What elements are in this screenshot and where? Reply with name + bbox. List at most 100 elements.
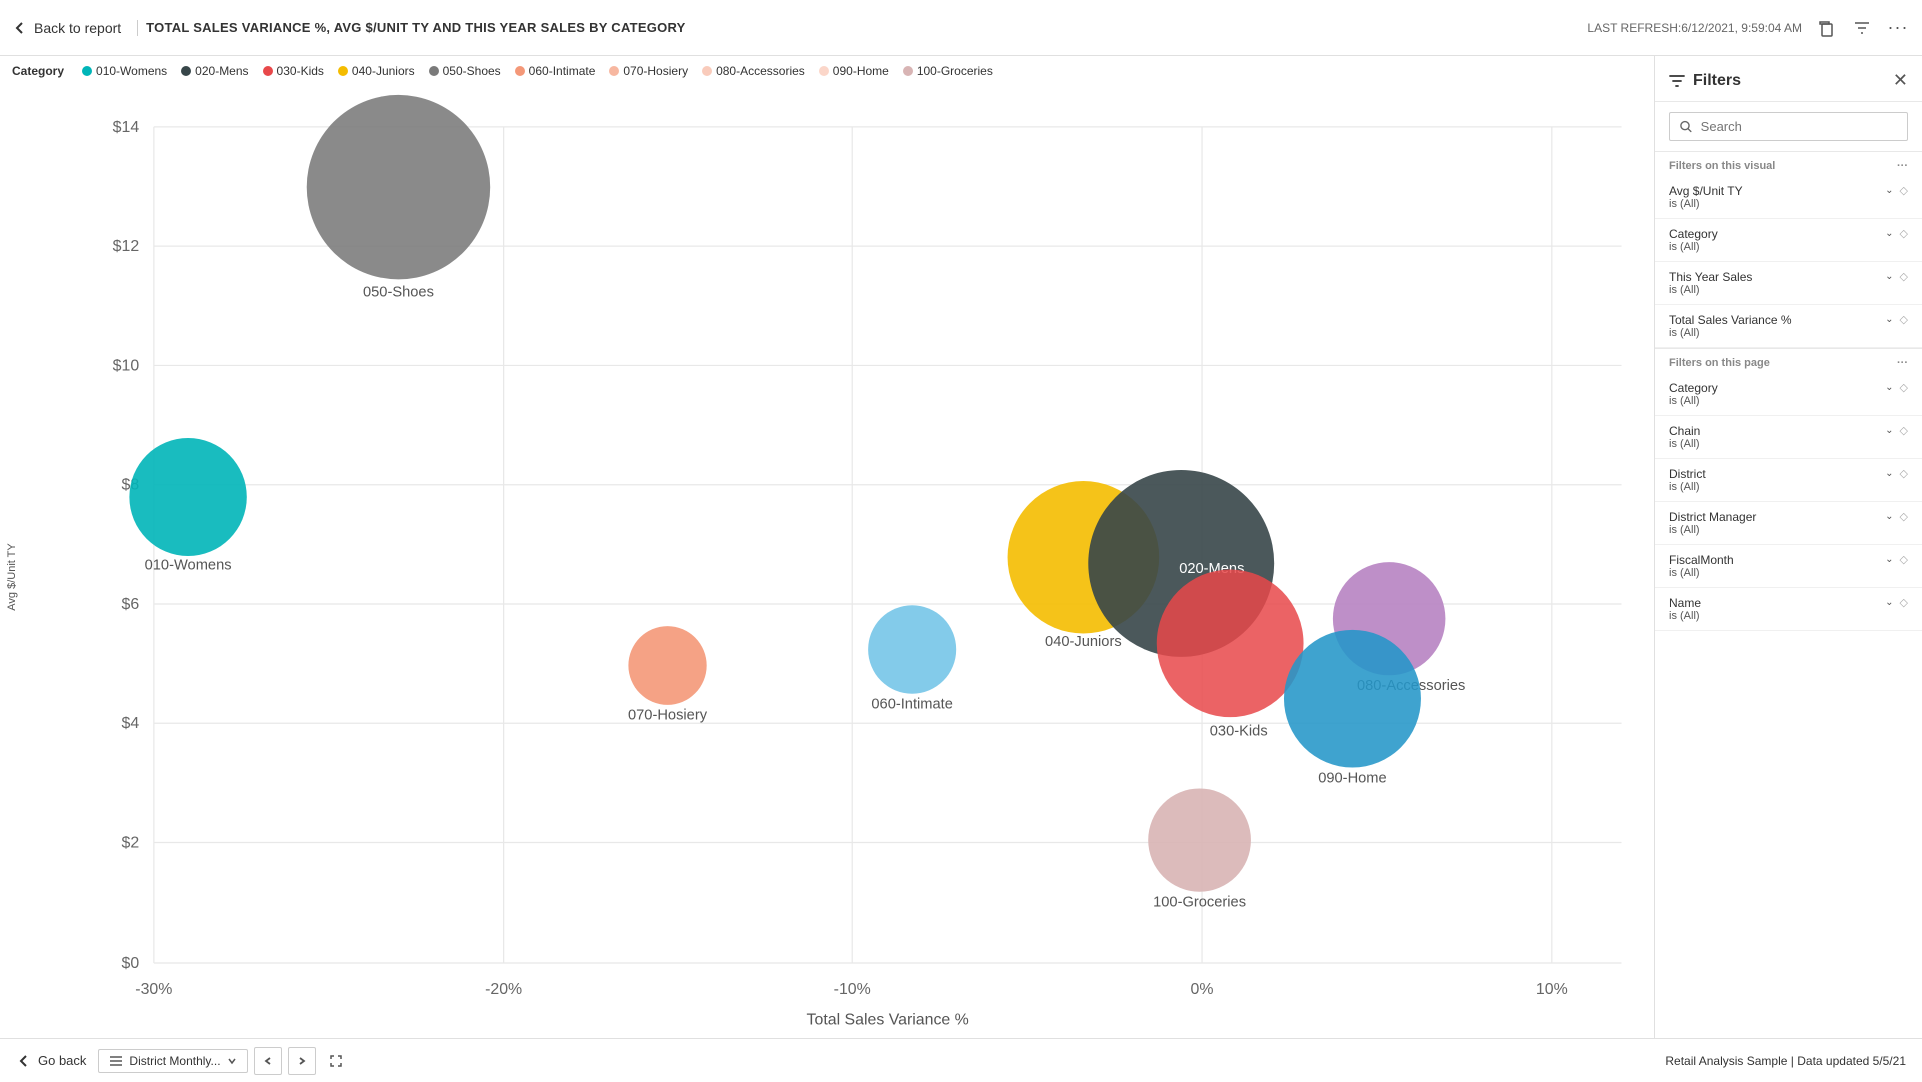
- more-options-visual[interactable]: ···: [1897, 160, 1908, 172]
- clear-filter-fm[interactable]: ◇: [1900, 553, 1908, 566]
- filter-district[interactable]: District is (All) ⌄ ◇: [1655, 459, 1922, 502]
- clear-filter-name[interactable]: ◇: [1900, 596, 1908, 609]
- chevron-down-icon-cat-visual[interactable]: ⌄: [1885, 228, 1893, 239]
- legend-dot-hosiery: [609, 66, 619, 76]
- bottom-bar: Go back District Monthly...: [0, 1038, 1922, 1082]
- filter-icon[interactable]: [1850, 16, 1874, 40]
- filter-value-tsv: is (All): [1669, 327, 1792, 339]
- legend-dot-accessories: [702, 66, 712, 76]
- svg-text:0%: 0%: [1191, 981, 1214, 998]
- chevron-down-icon-tsv[interactable]: ⌄: [1885, 314, 1893, 325]
- bubble-kids[interactable]: [1157, 570, 1304, 718]
- svg-text:030-Kids: 030-Kids: [1210, 724, 1268, 740]
- search-input[interactable]: [1701, 119, 1897, 134]
- chevron-down-icon-name[interactable]: ⌄: [1885, 597, 1893, 608]
- chevron-down-icon-district[interactable]: ⌄: [1885, 468, 1893, 479]
- bubble-hosiery[interactable]: [628, 626, 706, 705]
- bottom-left: Go back District Monthly...: [16, 1047, 350, 1075]
- go-back-button[interactable]: Go back: [16, 1053, 86, 1069]
- legend-dot-mens: [181, 66, 191, 76]
- bubble-groceries[interactable]: [1148, 788, 1251, 891]
- filters-close-button[interactable]: ✕: [1893, 70, 1908, 91]
- go-back-arrow-icon: [16, 1053, 32, 1069]
- nav-next-button[interactable]: [288, 1047, 316, 1075]
- chevron-down-icon-dm[interactable]: ⌄: [1885, 511, 1893, 522]
- filter-category-visual[interactable]: Category is (All) ⌄ ◇: [1655, 219, 1922, 262]
- legend-text-hosiery: 070-Hosiery: [623, 64, 688, 78]
- search-icon: [1680, 120, 1693, 134]
- chevron-down-icon-cat-page[interactable]: ⌄: [1885, 382, 1893, 393]
- bubble-shoes[interactable]: [307, 95, 490, 279]
- legend-item-intimate: 060-Intimate: [515, 64, 596, 78]
- last-refresh: LAST REFRESH:6/12/2021, 9:59:04 AM: [1587, 21, 1802, 35]
- filter-chain[interactable]: Chain is (All) ⌄ ◇: [1655, 416, 1922, 459]
- filters-title-text: Filters: [1693, 72, 1741, 90]
- clear-filter-avg[interactable]: ◇: [1900, 184, 1908, 197]
- legend-item-kids: 030-Kids: [263, 64, 324, 78]
- main-layout: Category 010-Womens 020-Mens 030-Kids 04…: [0, 56, 1922, 1038]
- filter-name-tys: This Year Sales: [1669, 270, 1752, 284]
- filter-panel-icon: [1669, 73, 1685, 89]
- clear-filter-tys[interactable]: ◇: [1900, 270, 1908, 283]
- filter-category-page[interactable]: Category is (All) ⌄ ◇: [1655, 373, 1922, 416]
- copy-icon[interactable]: [1814, 16, 1838, 40]
- back-button[interactable]: Back to report: [12, 20, 138, 36]
- legend-item-accessories: 080-Accessories: [702, 64, 805, 78]
- legend-dot-groceries: [903, 66, 913, 76]
- filter-value-cat-page: is (All): [1669, 395, 1718, 407]
- svg-text:$2: $2: [121, 834, 139, 851]
- legend-text-accessories: 080-Accessories: [716, 64, 805, 78]
- filter-name[interactable]: Name is (All) ⌄ ◇: [1655, 588, 1922, 631]
- clear-filter-cat-page[interactable]: ◇: [1900, 381, 1908, 394]
- clear-filter-district[interactable]: ◇: [1900, 467, 1908, 480]
- svg-text:-20%: -20%: [485, 981, 522, 998]
- filter-this-year-sales[interactable]: This Year Sales is (All) ⌄ ◇: [1655, 262, 1922, 305]
- expand-button[interactable]: [322, 1047, 350, 1075]
- filter-district-manager[interactable]: District Manager is (All) ⌄ ◇: [1655, 502, 1922, 545]
- legend-text-mens: 020-Mens: [195, 64, 248, 78]
- clear-filter-dm[interactable]: ◇: [1900, 510, 1908, 523]
- filters-title: Filters: [1669, 72, 1741, 90]
- svg-text:$10: $10: [113, 357, 140, 374]
- page-tab[interactable]: District Monthly...: [98, 1049, 247, 1073]
- filter-name-fm: FiscalMonth: [1669, 553, 1734, 567]
- legend-item-groceries: 100-Groceries: [903, 64, 993, 78]
- clear-filter-chain[interactable]: ◇: [1900, 424, 1908, 437]
- filter-avg-unit-ty[interactable]: Avg $/Unit TY is (All) ⌄ ◇: [1655, 176, 1922, 219]
- legend-dot-juniors: [338, 66, 348, 76]
- data-updated: Data updated 5/5/21: [1797, 1054, 1906, 1068]
- filter-name-avg: Avg $/Unit TY: [1669, 184, 1743, 198]
- filters-on-page-title: Filters on this page ···: [1655, 348, 1922, 373]
- svg-text:$0: $0: [121, 955, 139, 972]
- nav-prev-button[interactable]: [254, 1047, 282, 1075]
- filter-items-scroll: Filters on this visual ··· Avg $/Unit TY…: [1655, 151, 1922, 1038]
- legend-dot-intimate: [515, 66, 525, 76]
- bubble-womens[interactable]: [129, 438, 246, 556]
- svg-text:040-Juniors: 040-Juniors: [1045, 634, 1122, 650]
- legend-item-juniors: 040-Juniors: [338, 64, 415, 78]
- chevron-down-icon-fm[interactable]: ⌄: [1885, 554, 1893, 565]
- clear-filter-tsv[interactable]: ◇: [1900, 313, 1908, 326]
- bottom-right: Retail Analysis Sample | Data updated 5/…: [1665, 1054, 1906, 1068]
- chevron-down-icon-chain[interactable]: ⌄: [1885, 425, 1893, 436]
- filter-fiscal-month[interactable]: FiscalMonth is (All) ⌄ ◇: [1655, 545, 1922, 588]
- bubble-intimate[interactable]: [868, 605, 956, 694]
- filter-name-district: District: [1669, 467, 1706, 481]
- legend-dot-womens: [82, 66, 92, 76]
- filter-total-sales-var[interactable]: Total Sales Variance % is (All) ⌄ ◇: [1655, 305, 1922, 348]
- chevron-down-page-icon: [227, 1056, 237, 1066]
- chevron-down-icon-avg[interactable]: ⌄: [1885, 185, 1893, 196]
- filter-value-chain: is (All): [1669, 438, 1700, 450]
- legend-dot-kids: [263, 66, 273, 76]
- more-options-page[interactable]: ···: [1897, 357, 1908, 369]
- more-options-icon[interactable]: ···: [1886, 16, 1910, 40]
- filters-on-page-label: Filters on this page: [1669, 357, 1770, 369]
- scatter-chart: $14 $12 $10 $8 $6 $4 $2 $0 -30% -20% -10…: [56, 90, 1646, 1025]
- filter-name-tsv: Total Sales Variance %: [1669, 313, 1792, 327]
- bubble-home[interactable]: [1284, 630, 1421, 768]
- legend-text-kids: 030-Kids: [277, 64, 324, 78]
- clear-filter-cat-visual[interactable]: ◇: [1900, 227, 1908, 240]
- chart-area: Category 010-Womens 020-Mens 030-Kids 04…: [0, 56, 1654, 1038]
- chevron-down-icon-tys[interactable]: ⌄: [1885, 271, 1893, 282]
- filter-search-box[interactable]: [1669, 112, 1908, 141]
